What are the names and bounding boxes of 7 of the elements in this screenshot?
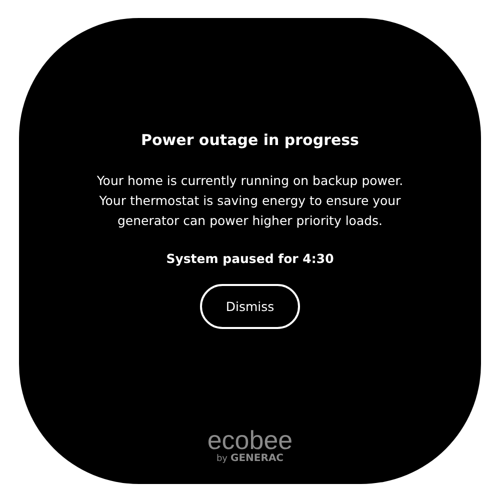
alert-title: Power outage in progress xyxy=(140,131,359,149)
tagline: GENERAC xyxy=(230,453,284,464)
pause-status: System paused for 4:30 xyxy=(166,251,334,266)
brand-logo: ecobee xyxy=(207,427,293,453)
dismiss-button[interactable]: Dismiss xyxy=(200,284,300,329)
tagline-prefix: by xyxy=(216,454,228,464)
alert-message: Your home is currently running on backup power. Your thermostat is saving energy to ensure your generator can power higher priority loads. xyxy=(96,172,404,230)
